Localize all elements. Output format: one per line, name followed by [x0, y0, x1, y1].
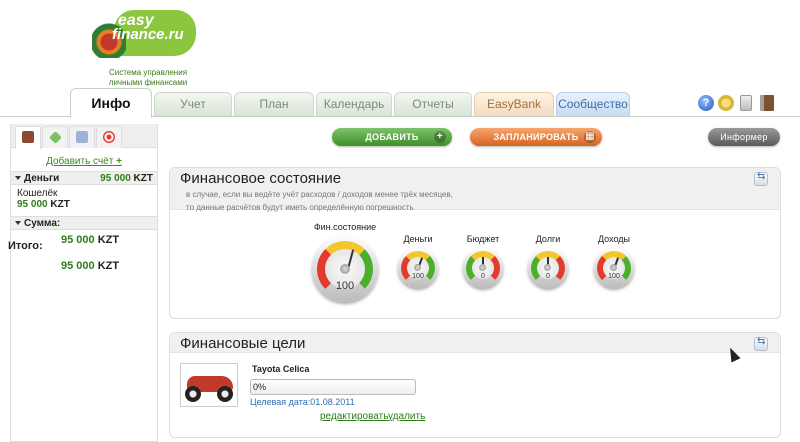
gauge-income: Доходы 100 — [589, 234, 639, 288]
gauge-budget: Бюджет 0 — [458, 234, 508, 288]
total-value: 95 000 KZT — [61, 260, 120, 272]
goal-name: Tayota Celica — [252, 364, 310, 374]
goal-car-image — [180, 363, 238, 407]
plus-icon: + — [116, 156, 122, 167]
tab-reports[interactable]: Отчеты — [394, 92, 472, 116]
total-label: Итого: — [8, 240, 43, 252]
collapse-icon[interactable] — [754, 336, 768, 351]
tab-easybank[interactable]: EasyBank — [474, 92, 554, 116]
slogan: Система управления личными финансами — [108, 68, 188, 87]
gauge-debts: Долги 0 — [523, 234, 573, 288]
panel-title: Финансовые цели — [180, 335, 306, 352]
tab-plan[interactable]: План — [234, 92, 314, 116]
plus-circle-icon: + — [434, 131, 446, 143]
help-icon[interactable]: ? — [698, 95, 714, 111]
financial-goals-panel: Финансовые цели Tayota Celica 0% Целевая… — [169, 332, 781, 438]
goal-target-date: Целевая дата:01.08.2011 — [250, 397, 355, 407]
account-name[interactable]: Кошелёк — [11, 185, 157, 199]
finance-state-panel: Финансовое состояние в случае, если вы в… — [169, 167, 781, 319]
schedule-button[interactable]: ЗАПЛАНИРОВАТЬ ▦ — [470, 128, 602, 146]
gauge-dial: 0 — [528, 248, 568, 288]
logo-line2: finance.ru — [112, 26, 184, 43]
goal-progress-bar: 0% — [250, 379, 416, 395]
sidebar: Добавить счёт + Деньги 95 000 KZT Кошелё… — [10, 124, 158, 442]
tab-community[interactable]: Сообщество — [556, 92, 630, 116]
add-button[interactable]: ДОБАВИТЬ + — [332, 128, 452, 146]
goal-edit-link[interactable]: редактировать — [320, 411, 388, 422]
gauge-dial: 100 — [398, 248, 438, 288]
tab-calendar[interactable]: Календарь — [316, 92, 392, 116]
goal-delete-link[interactable]: удалить — [388, 411, 425, 422]
easyfinance-logo[interactable]: easy finance.ru — [88, 4, 198, 66]
logout-door-icon[interactable] — [760, 95, 774, 111]
copy-icon[interactable] — [69, 126, 95, 148]
sidebar-tabs — [11, 124, 157, 149]
account-balance: 95 000 KZT — [17, 199, 70, 210]
gauge-dial: 100 — [594, 248, 634, 288]
add-account-link[interactable]: Добавить счёт + — [11, 156, 157, 167]
calendar-circle-icon: ▦ — [584, 131, 596, 143]
calculator-icon[interactable] — [740, 95, 752, 111]
gauge-dial: 0 — [463, 248, 503, 288]
money-section-header[interactable]: Деньги 95 000 KZT — [11, 171, 157, 185]
tab-accounting[interactable]: Учет — [154, 92, 232, 116]
panel-title: Финансовое состояние — [180, 170, 342, 187]
tag-icon[interactable] — [42, 126, 68, 148]
gear-icon[interactable] — [718, 95, 734, 111]
sum-section-header[interactable]: Сумма: — [11, 216, 157, 230]
wallet-icon[interactable] — [15, 126, 41, 149]
gauge-financial-state: Фин.состояние 100 — [310, 222, 380, 302]
panel-note: в случае, если вы ведёте учёт расходов /… — [186, 190, 453, 212]
tab-info[interactable]: Инфо — [70, 88, 152, 118]
collapse-icon[interactable] — [754, 171, 768, 186]
collapse-triangle-icon — [15, 221, 21, 226]
gauge-dial: 100 — [312, 236, 378, 302]
collapse-triangle-icon — [15, 176, 21, 181]
informer-button[interactable]: Информер — [708, 128, 780, 146]
gauge-money: Деньги 100 — [393, 234, 443, 288]
target-icon[interactable] — [96, 126, 122, 148]
